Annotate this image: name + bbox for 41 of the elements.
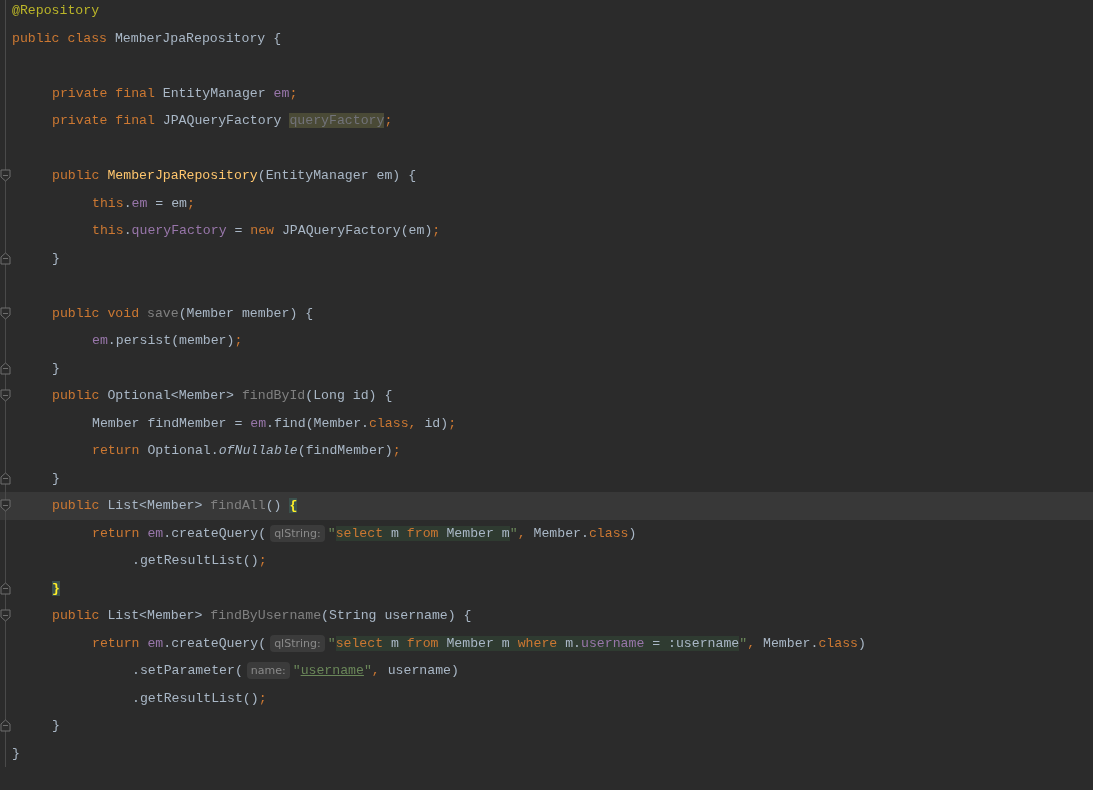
code-text: em.persist(member);: [92, 333, 243, 349]
fold-icon[interactable]: [0, 306, 11, 320]
fold-icon[interactable]: [0, 251, 11, 265]
fold-icon[interactable]: [0, 169, 11, 182]
fold-icon[interactable]: [0, 719, 11, 732]
code-text: this.em = em;: [92, 195, 195, 211]
parameter-hint: qlString:: [270, 634, 325, 652]
fold-icon[interactable]: [0, 609, 11, 622]
code-text: public void save(Member member) {: [52, 305, 314, 321]
code-text: this.queryFactory = new JPAQueryFactory(em);: [92, 223, 441, 239]
code-text: public MemberJpaRepository(EntityManager em) {: [52, 168, 417, 184]
code-text: "username", username): [292, 663, 459, 679]
code-text: .setParameter(: [132, 663, 243, 679]
fold-icon[interactable]: [0, 389, 11, 402]
code-text: }: [52, 580, 60, 596]
parameter-hint: name:: [246, 662, 290, 680]
code-text: @Repository: [12, 3, 100, 19]
code-text: }: [52, 470, 60, 486]
code-text: }: [52, 250, 60, 266]
code-text: .getResultList();: [132, 690, 267, 706]
code-text: public List<Member> findAll() {: [52, 498, 298, 514]
fold-icon[interactable]: [0, 471, 11, 485]
fold-icon[interactable]: [0, 361, 11, 375]
code-text: .getResultList();: [132, 553, 267, 569]
parameter-hint: qlString:: [270, 524, 325, 542]
code-text: Member findMember = em.find(Member.class, id);: [92, 415, 457, 431]
code-text: "select m from Member m", Member.class): [327, 525, 637, 541]
code-text: public List<Member> findByUsername(String username) {: [52, 608, 472, 624]
code-text: }: [52, 718, 60, 734]
code-text: }: [12, 745, 20, 761]
code-text: return em.createQuery(: [92, 635, 267, 651]
code-text: "select m from Member m where m.username = :username", Member.class): [327, 635, 866, 651]
code-text: private final JPAQueryFactory queryFactory;: [52, 113, 393, 129]
code-text: return Optional.ofNullable(findMember);: [92, 443, 401, 459]
code-text: }: [52, 360, 60, 376]
code-text: public Optional<Member> findById(Long id) {: [52, 388, 393, 404]
code-text: private final EntityManager em;: [52, 85, 298, 101]
fold-icon[interactable]: [0, 499, 11, 512]
fold-icon[interactable]: [0, 581, 11, 595]
code-text: public class MemberJpaRepository {: [12, 30, 282, 46]
code-text: return em.createQuery(: [92, 525, 267, 541]
